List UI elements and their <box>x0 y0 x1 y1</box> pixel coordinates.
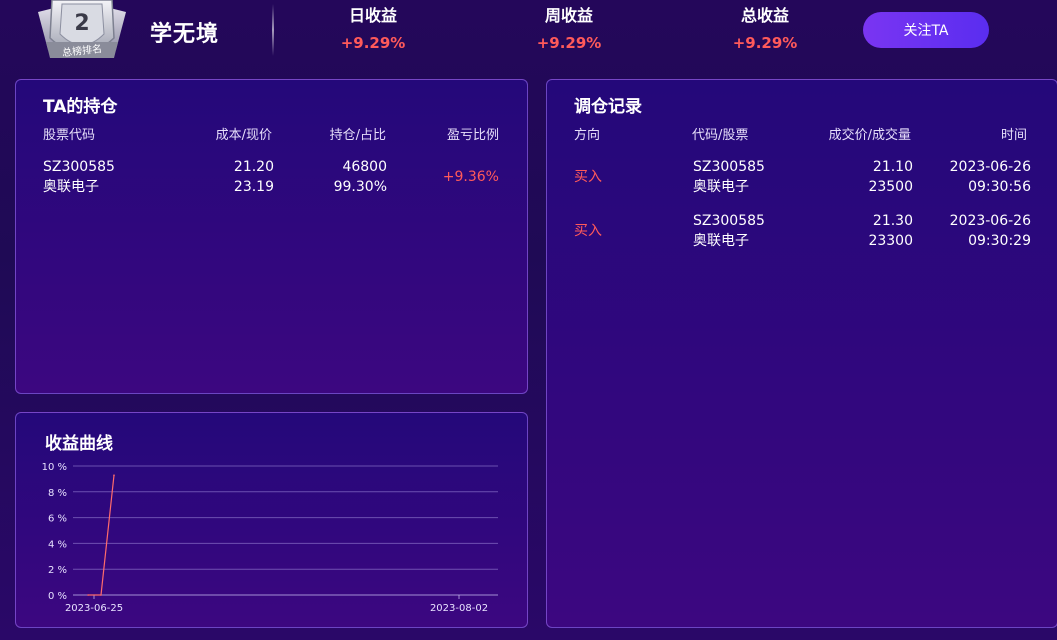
holding-shares: 46800 <box>342 159 387 175</box>
trade-volume: 23300 <box>868 233 913 249</box>
holdings-title: TA的持仓 <box>43 97 118 117</box>
trade-direction: 买入 <box>574 169 602 185</box>
trade-time: 09:30:29 <box>968 233 1031 249</box>
stat-total-label: 总收益 <box>740 6 789 25</box>
rank-badge-icon: 2 总榜排名 <box>38 0 126 59</box>
trades-col-code: 代码/股票 <box>692 128 749 143</box>
trades-col-price: 成交价/成交量 <box>828 128 911 143</box>
holding-code: SZ300585 <box>43 159 115 175</box>
holdings-col-cost: 成本/现价 <box>215 128 272 143</box>
trades-col-time: 时间 <box>1000 128 1027 143</box>
stat-weekly-label: 周收益 <box>544 6 593 25</box>
trades-panel: 调仓记录 方向 代码/股票 成交价/成交量 时间 买入 SZ300585 奥联电… <box>546 79 1057 628</box>
data-point <box>113 474 115 476</box>
stat-daily: 日收益 +9.29% <box>313 6 433 52</box>
trade-name: 奥联电子 <box>693 233 749 249</box>
data-point <box>100 594 102 596</box>
holding-name: 奥联电子 <box>43 179 99 195</box>
stat-total-value: +9.29% <box>732 34 798 52</box>
stat-daily-value: +9.29% <box>340 34 406 52</box>
stat-daily-label: 日收益 <box>348 6 397 25</box>
holding-pnl: +9.36% <box>442 169 499 185</box>
holdings-panel: TA的持仓 股票代码 成本/现价 持仓/占比 盈亏比例 SZ300585 奥联电… <box>15 79 528 394</box>
trade-price: 21.30 <box>872 213 913 229</box>
profit-chart: 0 % 2 % 4 % 6 % 8 % 10 % 2023-06-25 2023-08-02 <box>42 462 498 614</box>
trade-direction: 买入 <box>574 223 602 239</box>
holding-price: 23.19 <box>233 179 274 195</box>
holdings-col-code: 股票代码 <box>43 128 96 143</box>
y-tick-label: 6 % <box>48 514 67 525</box>
trades-col-direction: 方向 <box>574 128 601 143</box>
data-point <box>87 594 89 596</box>
stat-total: 总收益 +9.29% <box>705 6 825 52</box>
stat-weekly-value: +9.29% <box>536 34 602 52</box>
header: 2 总榜排名 学无境 日收益 +9.29% 周收益 +9.29% 总收益 +9.… <box>0 0 1057 75</box>
trade-date: 2023-06-26 <box>949 159 1031 175</box>
x-tick-label: 2023-06-25 <box>65 603 123 614</box>
x-tick-label: 2023-08-02 <box>430 603 488 614</box>
curve-panel: 收益曲线 0 % 2 % 4 % 6 % 8 % 10 % 2023-06-25 2023-0… <box>15 412 528 628</box>
header-divider <box>272 4 274 56</box>
user-name: 学无境 <box>150 22 220 47</box>
trade-time: 09:30:56 <box>968 179 1031 195</box>
rank-number: 2 <box>74 11 89 36</box>
holdings-col-pnl: 盈亏比例 <box>446 128 499 143</box>
trade-price: 21.10 <box>872 159 913 175</box>
y-tick-label: 10 % <box>42 462 67 473</box>
holding-ratio: 99.30% <box>333 179 387 195</box>
trade-volume: 23500 <box>868 179 913 195</box>
holdings-col-position: 持仓/占比 <box>329 128 386 143</box>
y-tick-label: 4 % <box>48 539 67 550</box>
holding-cost: 21.20 <box>233 159 274 175</box>
y-tick-label: 0 % <box>48 591 67 602</box>
follow-button[interactable]: 关注TA <box>863 12 989 48</box>
trade-date: 2023-06-26 <box>949 213 1031 229</box>
stat-weekly: 周收益 +9.29% <box>509 6 629 52</box>
y-tick-label: 8 % <box>48 488 67 499</box>
trades-title: 调仓记录 <box>574 97 642 117</box>
trade-code: SZ300585 <box>693 213 765 229</box>
trade-name: 奥联电子 <box>693 179 749 195</box>
series-line <box>88 475 115 596</box>
y-tick-label: 2 % <box>48 565 67 576</box>
trade-code: SZ300585 <box>693 159 765 175</box>
